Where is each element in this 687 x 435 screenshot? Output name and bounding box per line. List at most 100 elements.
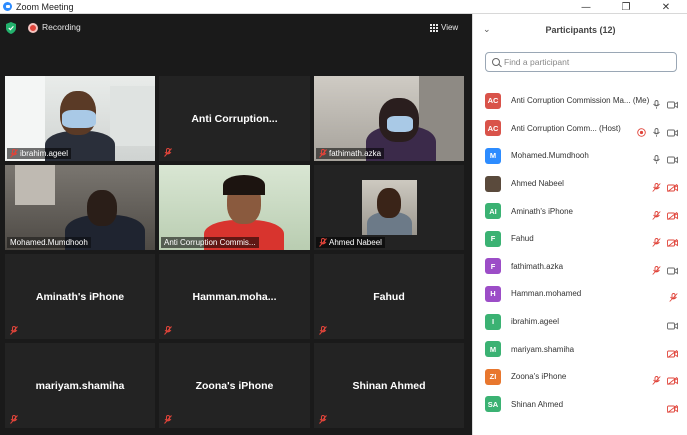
participant-row[interactable]: SA Shinan Ahmed bbox=[473, 391, 687, 419]
participant-nametag: Mohamed.Mumdhooh bbox=[7, 237, 91, 248]
mic-muted-icon[interactable] bbox=[652, 234, 661, 248]
participant-search[interactable] bbox=[485, 52, 677, 72]
participant-name: Fahud bbox=[373, 290, 405, 303]
video-off-icon[interactable] bbox=[667, 179, 678, 193]
participants-panel: ⌄ Participants (12) AC Anti Corruption Co… bbox=[472, 14, 687, 435]
avatar: ZI bbox=[485, 368, 501, 385]
meeting-topbar: Recording View bbox=[0, 14, 472, 42]
participant-row[interactable]: AC Anti Corruption Comm... (Host) bbox=[473, 115, 687, 143]
video-tile[interactable]: ibrahim.ageel bbox=[5, 76, 155, 161]
participant-name: Ahmed Nabeel bbox=[329, 238, 382, 247]
mic-muted-icon bbox=[164, 326, 172, 335]
video-tile[interactable]: Fahud bbox=[314, 254, 464, 339]
participant-status-icons bbox=[652, 262, 678, 275]
mic-muted-icon bbox=[164, 148, 172, 157]
participant-row[interactable]: M Mohamed.Mumdhooh bbox=[473, 142, 687, 170]
close-button[interactable]: ✕ bbox=[652, 0, 680, 14]
video-icon[interactable] bbox=[667, 262, 678, 275]
participant-name: Anti Corruption Commission Ma... (Me) bbox=[511, 96, 650, 106]
grid-view-icon bbox=[430, 23, 438, 32]
participant-nametag: Ahmed Nabeel bbox=[316, 237, 385, 248]
mic-muted-icon bbox=[10, 149, 18, 158]
view-button[interactable]: View bbox=[430, 20, 458, 35]
security-shield-icon[interactable] bbox=[6, 22, 16, 34]
participant-row[interactable]: ZI Zoona's iPhone bbox=[473, 363, 687, 391]
mic-muted-icon bbox=[319, 415, 327, 424]
participant-status-icons bbox=[652, 151, 678, 165]
participant-row[interactable]: AI Aminath's iPhone bbox=[473, 197, 687, 225]
avatar: AI bbox=[485, 203, 501, 220]
minimize-button[interactable]: — bbox=[572, 0, 600, 14]
mic-muted-icon bbox=[319, 149, 327, 158]
zoom-app-icon bbox=[3, 2, 12, 11]
video-tile[interactable]: mariyam.shamiha bbox=[5, 343, 155, 428]
avatar bbox=[485, 175, 501, 192]
mic-muted-icon[interactable] bbox=[652, 179, 661, 192]
restore-button[interactable]: ❐ bbox=[612, 0, 640, 14]
participant-status-icons bbox=[667, 345, 678, 358]
avatar: AC bbox=[485, 120, 501, 137]
participant-status-icons bbox=[652, 234, 678, 248]
video-off-icon[interactable] bbox=[667, 345, 678, 358]
participant-nametag: fathimath.azka bbox=[316, 148, 385, 159]
video-off-icon[interactable] bbox=[667, 400, 678, 413]
window-title: Zoom Meeting bbox=[16, 1, 74, 12]
participant-name: mariyam.shamiha bbox=[35, 379, 125, 392]
video-icon[interactable] bbox=[667, 96, 678, 109]
participant-row[interactable]: Mmariyam.shamiha bbox=[473, 335, 687, 363]
participant-status-icons bbox=[667, 317, 678, 330]
mic-muted-icon bbox=[164, 415, 172, 424]
video-off-icon[interactable] bbox=[667, 372, 678, 386]
participant-name: Ahmed Nabeel bbox=[511, 179, 564, 189]
participant-row[interactable]: H Hamman.mohamed bbox=[473, 280, 687, 308]
video-tile[interactable]: Ahmed Nabeel bbox=[314, 165, 464, 250]
participant-name: Fahud bbox=[511, 234, 534, 244]
panel-title: Participants (12) bbox=[545, 25, 616, 35]
mic-muted-icon[interactable] bbox=[652, 262, 661, 275]
video-tile[interactable]: Anti Corruption... bbox=[159, 76, 310, 161]
video-icon[interactable] bbox=[667, 124, 678, 137]
video-off-icon[interactable] bbox=[667, 207, 678, 220]
video-icon[interactable] bbox=[667, 151, 678, 164]
video-tile[interactable]: Mohamed.Mumdhooh bbox=[5, 165, 155, 250]
participant-name: fathimath.azka bbox=[511, 261, 564, 271]
zoom-window: Zoom Meeting — ❐ ✕ Recording View ibrahi… bbox=[0, 0, 687, 435]
video-tile[interactable]: Aminath's iPhone bbox=[5, 254, 155, 339]
mic-icon[interactable] bbox=[652, 151, 661, 165]
video-tile-active-speaker[interactable]: Anti Corruption Commis... bbox=[159, 165, 310, 250]
mic-muted-icon bbox=[319, 326, 327, 335]
participant-row[interactable]: Iibrahim.ageel bbox=[473, 308, 687, 336]
participant-name: Hamman.moha... bbox=[192, 290, 277, 303]
participant-name: fathimath.azka bbox=[329, 149, 382, 158]
video-off-icon[interactable] bbox=[667, 234, 678, 248]
participant-name: Aminath's iPhone bbox=[511, 206, 574, 216]
mic-icon[interactable] bbox=[652, 124, 661, 137]
video-tile[interactable]: Shinan Ahmed bbox=[314, 343, 464, 428]
participant-row[interactable]: AC Anti Corruption Commission Ma... (Me) bbox=[473, 87, 687, 115]
participant-name: Anti Corruption... bbox=[191, 112, 278, 125]
mic-muted-icon[interactable] bbox=[652, 207, 661, 220]
participant-row[interactable]: Ffathimath.azka bbox=[473, 253, 687, 281]
search-input[interactable] bbox=[504, 57, 664, 67]
participant-row[interactable]: F Fahud bbox=[473, 225, 687, 253]
title-bar: Zoom Meeting — ❐ ✕ bbox=[0, 0, 687, 14]
avatar: SA bbox=[485, 396, 501, 413]
participant-row[interactable]: Ahmed Nabeel bbox=[473, 170, 687, 198]
video-tile[interactable]: Hamman.moha... bbox=[159, 254, 310, 339]
mic-muted-icon bbox=[319, 238, 327, 247]
participant-name: Aminath's iPhone bbox=[35, 290, 125, 303]
record-icon[interactable] bbox=[637, 124, 646, 137]
video-tile[interactable]: fathimath.azka bbox=[314, 76, 464, 161]
recording-icon bbox=[28, 23, 38, 33]
search-icon bbox=[492, 58, 500, 66]
video-gallery: Recording View ibrahim.ageel Anti Corrup… bbox=[0, 14, 472, 435]
participant-name: Zoona's iPhone bbox=[195, 379, 274, 392]
mic-icon[interactable] bbox=[652, 96, 661, 109]
mic-muted-icon[interactable] bbox=[669, 289, 678, 303]
participant-nametag: ibrahim.ageel bbox=[7, 148, 72, 159]
participant-name: Mohamed.Mumdhooh bbox=[511, 151, 589, 161]
video-tile[interactable]: Zoona's iPhone bbox=[159, 343, 310, 428]
mic-muted-icon bbox=[10, 326, 18, 335]
mic-muted-icon[interactable] bbox=[652, 372, 661, 386]
video-icon[interactable] bbox=[667, 317, 678, 330]
